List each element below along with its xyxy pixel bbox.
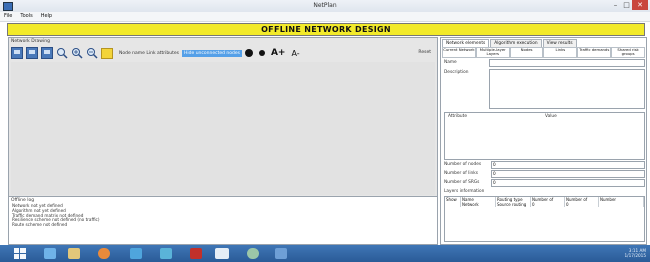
drawing-toolbar: Node name Link attributes Hide unconnect… (11, 46, 435, 60)
network-canvas[interactable] (11, 62, 435, 195)
app-icon-2[interactable] (190, 248, 202, 259)
minimize-button[interactable]: – (610, 0, 621, 10)
num-nodes-label: Number of nodes (444, 162, 482, 167)
num-srgs-label: Number of SRGs (444, 180, 480, 185)
table-cell: Network (461, 202, 496, 207)
tab-view-results[interactable]: View results (542, 39, 577, 47)
menu-file[interactable]: File (0, 12, 16, 21)
table-cell (599, 202, 644, 207)
log-panel: Offline log Network not yet defined Algo… (8, 196, 438, 245)
decrease-node-size-icon[interactable] (258, 50, 265, 56)
description-field[interactable] (489, 69, 645, 109)
zoom-out-icon[interactable] (86, 47, 98, 59)
num-nodes-field: 0 (491, 161, 645, 169)
subtab-layers[interactable]: Multiple-layer Layers (475, 47, 510, 58)
increase-node-size-icon[interactable] (244, 49, 253, 57)
attributes-table[interactable]: Attribute Value (444, 112, 645, 160)
media-player-icon[interactable] (98, 248, 110, 259)
subtab-current-network[interactable]: Current Network (442, 47, 476, 58)
save-design-icon[interactable] (41, 47, 53, 59)
num-links-field: 0 (491, 170, 645, 178)
subtab-traffic-demands[interactable]: Traffic demands (577, 47, 612, 58)
close-button[interactable]: ✕ (632, 0, 648, 10)
num-links-label: Number of links (444, 171, 478, 176)
reset-button[interactable]: Reset (418, 50, 431, 55)
table-row[interactable]: Network Source routing 0 0 (445, 202, 644, 207)
menu-bar: File Tools Help (0, 12, 650, 22)
num-srgs-field: 0 (491, 179, 645, 187)
num-links-value: 0 (493, 171, 496, 176)
name-label: Name (444, 60, 457, 65)
browser-icon[interactable] (44, 248, 56, 259)
tab-network-elements[interactable]: Network elements (442, 39, 490, 47)
menu-tools[interactable]: Tools (16, 12, 36, 21)
menu-help[interactable]: Help (37, 12, 56, 21)
taskbar: 3:11 AM 1/17/2015 (0, 245, 650, 262)
subtab-links[interactable]: Links (543, 47, 578, 58)
zoom-in-icon[interactable] (71, 47, 83, 59)
tab-algorithm-execution[interactable]: Algorithm execution (490, 39, 542, 47)
maximize-button[interactable]: □ (621, 0, 632, 10)
app-icon-1[interactable] (160, 248, 172, 259)
num-srgs-value: 0 (493, 180, 496, 185)
start-button-icon[interactable] (14, 248, 26, 259)
description-label: Description (444, 70, 469, 75)
table-cell: 0 (531, 202, 565, 207)
increase-font-button[interactable]: A+ (271, 48, 286, 58)
name-field[interactable] (489, 59, 645, 67)
load-design-icon[interactable] (11, 47, 23, 59)
node-link-labels-toggle[interactable]: Node name Link attributes (119, 51, 179, 56)
tray-date: 1/17/2015 (624, 253, 646, 258)
subtab-nodes[interactable]: Nodes (509, 47, 544, 58)
network-elements-panel: Network elements Algorithm execution Vie… (440, 37, 647, 245)
page-title: OFFLINE NETWORK DESIGN (7, 23, 645, 36)
load-traffic-icon[interactable] (26, 47, 38, 59)
folder-icon[interactable] (68, 248, 80, 259)
network-drawing-label: Network Drawing (11, 39, 50, 44)
window-title: NetPlan (313, 2, 337, 9)
value-header: Value (545, 114, 557, 119)
system-tray-clock[interactable]: 3:11 AM 1/17/2015 (625, 248, 646, 258)
app-icon-4[interactable] (275, 248, 287, 259)
decrease-font-button[interactable]: A- (291, 49, 299, 58)
java-app-icon[interactable] (215, 248, 229, 259)
hide-unconnected-nodes-toggle[interactable]: Hide unconnected nodes (182, 49, 242, 57)
table-cell: 0 (565, 202, 599, 207)
app-icon-3[interactable] (247, 248, 259, 259)
layers-info-label: Layers information (444, 189, 485, 194)
zoom-all-icon[interactable] (56, 47, 68, 59)
table-cell: Source routing (496, 202, 531, 207)
take-snapshot-icon[interactable] (101, 47, 113, 59)
table-cell (445, 202, 461, 207)
num-nodes-value: 0 (493, 162, 496, 167)
subtab-shared-risk-groups[interactable]: Shared risk groups (611, 47, 645, 58)
mail-icon[interactable] (130, 248, 142, 259)
layers-table[interactable]: Show Name Routing type Number of Number … (444, 196, 645, 242)
network-drawing-panel: Network Drawing Node name Link attribute… (8, 37, 438, 198)
log-line: Route scheme not defined (12, 222, 68, 228)
attribute-header: Attribute (448, 114, 467, 119)
